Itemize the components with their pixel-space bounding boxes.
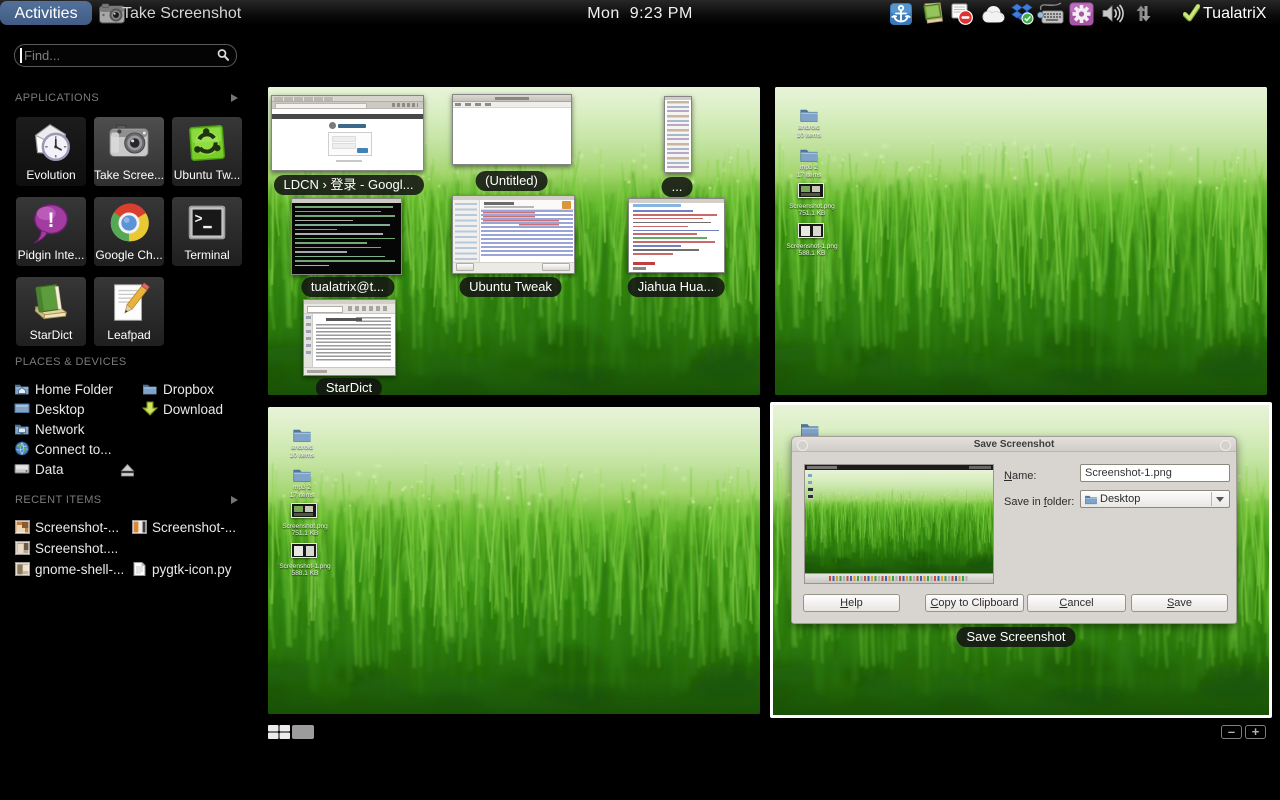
- svg-text:!: !: [47, 209, 54, 232]
- svg-text:>: >: [195, 213, 203, 228]
